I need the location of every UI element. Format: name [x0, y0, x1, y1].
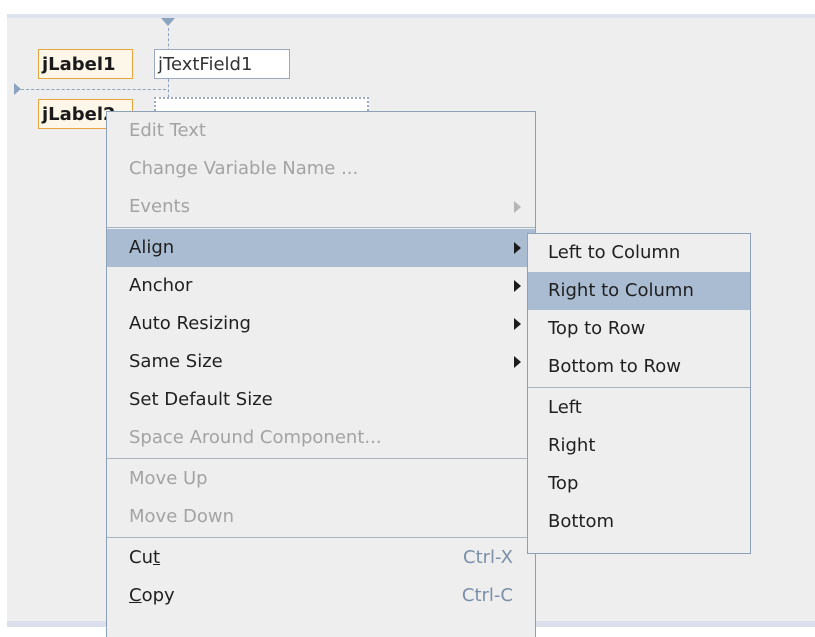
jtextfield1-component[interactable]: jTextField1 [154, 49, 290, 79]
align-submenu: Left to Column Right to Column Top to Ro… [527, 233, 751, 554]
menu-item-change-variable-name[interactable]: Change Variable Name ... [107, 150, 535, 188]
menu-item-space-around-component[interactable]: Space Around Component... [107, 419, 535, 457]
menu-item-label: Left [548, 397, 582, 418]
submenu-item-top-to-row[interactable]: Top to Row [528, 310, 750, 348]
menu-item-set-default-size[interactable]: Set Default Size [107, 381, 535, 419]
menu-item-label: Set Default Size [129, 389, 273, 410]
menu-item-label: Top [548, 473, 579, 494]
menu-item-align[interactable]: Align [107, 229, 535, 267]
submenu-item-bottom-to-row[interactable]: Bottom to Row [528, 348, 750, 386]
menu-item-label: Anchor [129, 275, 193, 296]
menu-item-label: Right [548, 435, 596, 456]
submenu-item-bottom[interactable]: Bottom [528, 503, 750, 541]
menu-item-label: Move Down [129, 506, 234, 527]
menu-item-label: Left to Column [548, 242, 681, 263]
mnemonic-letter: t [152, 547, 161, 568]
menu-item-same-size[interactable]: Same Size [107, 343, 535, 381]
shortcut-label: Ctrl-X [463, 547, 513, 568]
menu-separator [107, 458, 535, 459]
submenu-item-right[interactable]: Right [528, 427, 750, 465]
menu-item-label: Auto Resizing [129, 313, 251, 334]
menu-item-label: Events [129, 196, 190, 217]
menu-item-label: Space Around Component... [129, 427, 382, 448]
submenu-item-left-to-column[interactable]: Left to Column [528, 234, 750, 272]
submenu-item-top[interactable]: Top [528, 465, 750, 503]
menu-item-events[interactable]: Events [107, 188, 535, 226]
menu-item-auto-resizing[interactable]: Auto Resizing [107, 305, 535, 343]
alignment-guide-arrow-icon [161, 18, 175, 26]
context-menu: Edit Text Change Variable Name ... Event… [106, 111, 536, 637]
submenu-item-right-to-column[interactable]: Right to Column [528, 272, 750, 310]
label-text: opy [141, 585, 175, 606]
menu-item-label: Change Variable Name ... [129, 158, 359, 179]
menu-item-label: Cut [129, 547, 160, 568]
mnemonic-letter: C [129, 585, 142, 606]
menu-item-move-down[interactable]: Move Down [107, 498, 535, 536]
menu-item-copy[interactable]: Copy Ctrl-C [107, 577, 535, 615]
menu-item-label: Bottom [548, 511, 615, 532]
menu-item-label: Align [129, 237, 175, 258]
shortcut-label: Ctrl-C [461, 585, 513, 606]
menu-item-label: Same Size [129, 351, 223, 372]
menu-item-cut[interactable]: Cut Ctrl-X [107, 539, 535, 577]
submenu-arrow-icon [514, 318, 521, 330]
submenu-arrow-icon [514, 280, 521, 292]
label-text: Cu [129, 547, 153, 568]
menu-item-label: Move Up [129, 468, 208, 489]
menu-item-move-up[interactable]: Move Up [107, 460, 535, 498]
menu-item-label: Edit Text [129, 120, 206, 141]
submenu-item-left[interactable]: Left [528, 389, 750, 427]
submenu-arrow-icon [514, 201, 521, 213]
menu-separator [107, 537, 535, 538]
submenu-arrow-icon [514, 242, 521, 254]
menu-item-anchor[interactable]: Anchor [107, 267, 535, 305]
menu-separator [107, 227, 535, 228]
menu-item-edit-text[interactable]: Edit Text [107, 112, 535, 150]
menu-item-label: Copy [129, 585, 175, 606]
jlabel1-component[interactable]: jLabel1 [38, 49, 133, 79]
submenu-arrow-icon [514, 356, 521, 368]
menu-item-label: Top to Row [548, 318, 646, 339]
menu-item-label: Right to Column [548, 280, 694, 301]
menu-separator [528, 387, 750, 388]
horizontal-alignment-guide [16, 89, 166, 90]
menu-item-label: Bottom to Row [548, 356, 681, 377]
